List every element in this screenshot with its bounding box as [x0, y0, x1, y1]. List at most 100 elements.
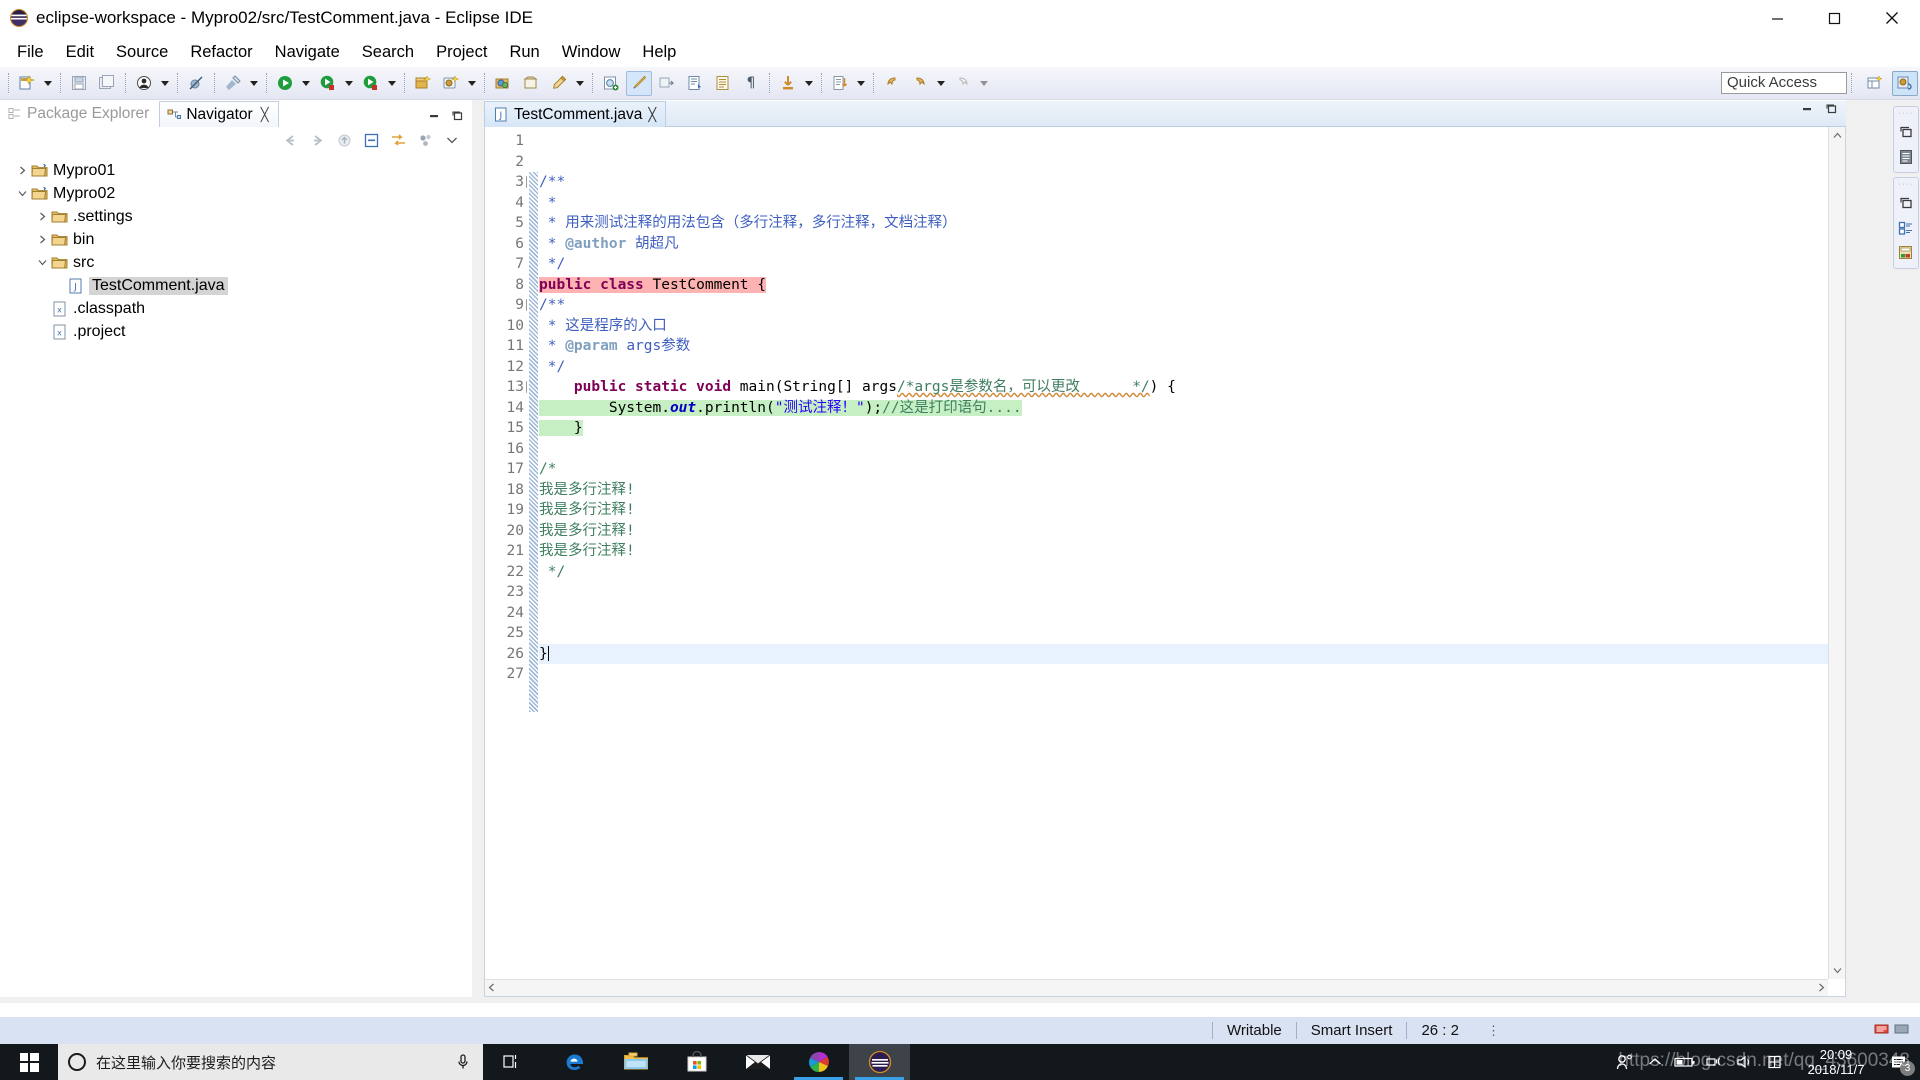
editor-tab-testcomment[interactable]: J TestComment.java ╳ — [484, 101, 667, 127]
print-icon[interactable] — [131, 71, 157, 96]
tree-item-classpath[interactable]: x .classpath — [0, 297, 472, 320]
people-icon[interactable] — [1610, 1044, 1640, 1080]
editor-tab-close-icon[interactable]: ╳ — [648, 107, 656, 123]
view-menu-icon[interactable] — [442, 130, 462, 150]
tab-package-explorer[interactable]: Package Explorer — [0, 101, 159, 127]
taskbar-clock[interactable]: 20:09 2018/11/7 — [1790, 1047, 1882, 1077]
new-java-class-icon[interactable] — [598, 71, 624, 96]
maximize-editor-icon[interactable] — [1825, 103, 1838, 118]
taskbar-microsoft-store[interactable] — [666, 1044, 727, 1080]
forward-icon[interactable] — [907, 71, 933, 96]
notification-center-button[interactable]: 3 — [1882, 1044, 1916, 1080]
taskbar-file-explorer[interactable] — [605, 1044, 666, 1080]
collapse-all-icon[interactable] — [361, 130, 381, 150]
taskbar-microsoft-edge[interactable] — [544, 1044, 605, 1080]
toggle-mark-occurrences-icon[interactable] — [654, 71, 680, 96]
taskbar-mail[interactable] — [727, 1044, 788, 1080]
new-wizard-dropdown-arrow[interactable] — [41, 71, 54, 96]
tree-item-testcomment-java[interactable]: J TestComment.java — [0, 274, 472, 297]
new-package-dropdown-arrow[interactable] — [465, 71, 478, 96]
new-package-icon[interactable] — [438, 71, 464, 96]
debug-icon[interactable] — [315, 71, 341, 96]
menu-run[interactable]: Run — [498, 40, 550, 65]
forward-dropdown-arrow[interactable] — [934, 71, 947, 96]
taskbar-photos[interactable] — [788, 1044, 849, 1080]
link-with-editor-icon[interactable] — [388, 130, 408, 150]
menu-search[interactable]: Search — [351, 40, 425, 65]
restore-view-icon[interactable] — [1896, 193, 1916, 213]
run-dropdown-arrow[interactable] — [299, 71, 312, 96]
editor-horizontal-scrollbar[interactable] — [485, 979, 1828, 996]
chevron-right-icon[interactable] — [34, 228, 50, 251]
chevron-right-icon[interactable] — [14, 159, 30, 182]
open-perspective-icon[interactable] — [1862, 71, 1888, 96]
menu-refactor[interactable]: Refactor — [179, 40, 263, 65]
taskbar-eclipse[interactable] — [849, 1044, 910, 1080]
heap-status-icon[interactable] — [1894, 1022, 1910, 1040]
tree-item-mypro02[interactable]: Mypro02 — [0, 182, 472, 205]
taskbar-search-input[interactable]: 在这里输入你要搜索的内容 — [96, 1052, 445, 1073]
external-tools-icon[interactable] — [220, 71, 246, 96]
open-task-icon[interactable] — [682, 71, 708, 96]
menu-edit[interactable]: Edit — [55, 40, 105, 65]
annotation-dropdown-arrow[interactable] — [573, 71, 586, 96]
tree-item-src[interactable]: src — [0, 251, 472, 274]
editor-body[interactable]: 1 2 3⊖ 4 5 6 7 8 9⊖ 10 11 12 13⊖ 14 15 1… — [484, 127, 1846, 997]
open-type-icon[interactable] — [490, 71, 516, 96]
tree-item-project[interactable]: x .project — [0, 320, 472, 343]
new-java-project-icon[interactable] — [410, 71, 436, 96]
forward-disabled-dropdown-arrow[interactable] — [977, 71, 990, 96]
save-icon[interactable] — [66, 71, 92, 96]
sash-divider[interactable] — [472, 100, 478, 997]
forward-arrow-icon[interactable] — [307, 130, 327, 150]
menu-source[interactable]: Source — [105, 40, 179, 65]
next-annotation-icon[interactable] — [827, 71, 853, 96]
open-resource-icon[interactable] — [518, 71, 544, 96]
new-wizard-icon[interactable] — [14, 71, 40, 96]
external-tools-dropdown-arrow[interactable] — [247, 71, 260, 96]
drag-handle[interactable]: ···· — [1898, 181, 1913, 188]
chevron-down-icon[interactable] — [34, 251, 50, 274]
tab-navigator[interactable]: Navigator ╳ — [159, 101, 279, 127]
view-menu-extra-icon[interactable] — [415, 130, 435, 150]
properties-view-icon[interactable] — [1896, 243, 1916, 263]
up-arrow-icon[interactable] — [334, 130, 354, 150]
scroll-down-icon[interactable] — [1829, 962, 1845, 979]
outline-view-icon[interactable] — [1896, 147, 1916, 167]
menu-help[interactable]: Help — [631, 40, 687, 65]
task-list-icon[interactable] — [1896, 218, 1916, 238]
java-editor-icon[interactable] — [626, 70, 652, 96]
menu-navigate[interactable]: Navigate — [264, 40, 351, 65]
maximize-view-icon[interactable] — [451, 110, 464, 125]
minimize-editor-icon[interactable] — [1801, 103, 1814, 118]
show-whitespace-icon[interactable]: ¶ — [738, 71, 764, 96]
tab-navigator-close-icon[interactable]: ╳ — [261, 107, 269, 123]
back-icon[interactable] — [879, 71, 905, 96]
scroll-left-icon[interactable] — [488, 983, 495, 994]
scroll-right-icon[interactable] — [1818, 983, 1825, 994]
minimize-view-icon[interactable] — [428, 110, 441, 125]
progress-indicator-icon[interactable] — [1874, 1022, 1890, 1040]
show-hidden-icons-icon[interactable] — [1640, 1044, 1670, 1080]
run-icon[interactable] — [272, 71, 298, 96]
maximize-button[interactable] — [1806, 0, 1863, 37]
last-edit-dropdown-arrow[interactable] — [802, 71, 815, 96]
taskbar-task-view[interactable] — [483, 1044, 544, 1080]
menu-project[interactable]: Project — [425, 40, 498, 65]
code-text-area[interactable]: /** * * 用来测试注释的用法包含（多行注释，多行注释，文档注释） * @a… — [539, 127, 1845, 996]
start-button[interactable] — [0, 1044, 58, 1080]
coverage-icon[interactable] — [358, 71, 384, 96]
status-overflow-handle[interactable]: ⋮ — [1473, 1021, 1514, 1040]
volume-icon[interactable] — [1730, 1044, 1760, 1080]
coverage-dropdown-arrow[interactable] — [385, 71, 398, 96]
annotation-pen-icon[interactable] — [546, 71, 572, 96]
chevron-down-icon[interactable] — [14, 182, 30, 205]
chevron-right-icon[interactable] — [34, 205, 50, 228]
tree-item-mypro01[interactable]: Mypro01 — [0, 159, 472, 182]
editor-vertical-scrollbar[interactable] — [1828, 127, 1845, 979]
microphone-icon[interactable] — [455, 1053, 473, 1071]
quick-access-input[interactable]: Quick Access — [1721, 72, 1847, 94]
close-button[interactable] — [1863, 0, 1920, 37]
battery-icon[interactable] — [1670, 1044, 1700, 1080]
minimize-button[interactable] — [1749, 0, 1806, 37]
